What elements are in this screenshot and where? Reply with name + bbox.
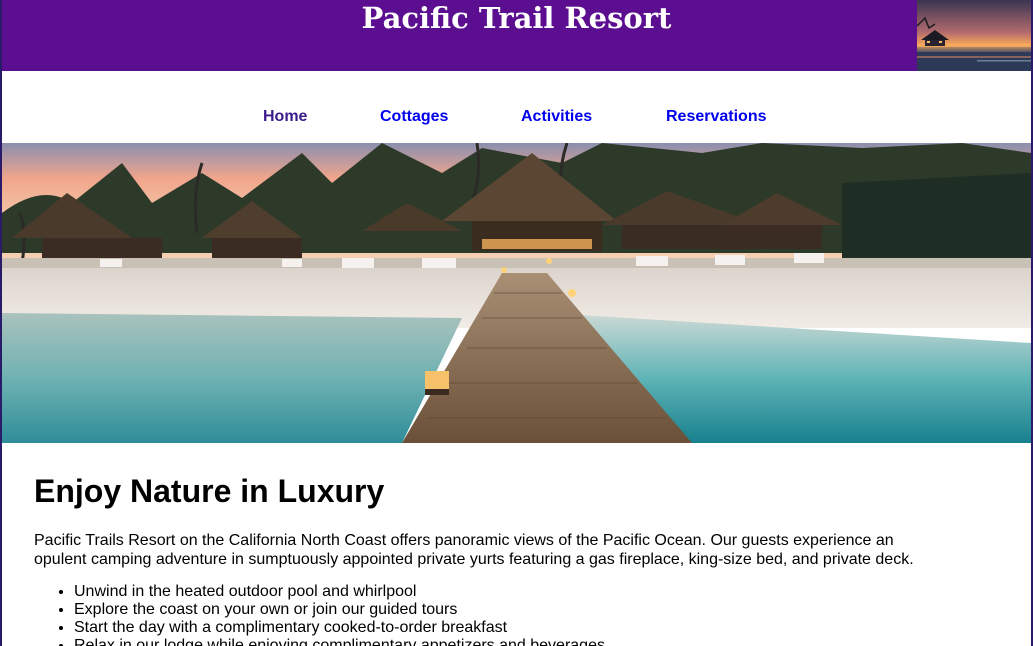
site-header: Pacific Trail Resort <box>2 0 1031 71</box>
nav-link-cottages[interactable]: Cottages <box>380 108 448 126</box>
nav-link-home[interactable]: Home <box>263 108 307 126</box>
main-content: Enjoy Nature in Luxury Pacific Trails Re… <box>2 473 1031 646</box>
header-sunset-image <box>917 0 1031 71</box>
site-title: Pacific Trail Resort <box>361 1 672 35</box>
main-nav: Home Cottages Activities Reservations <box>2 71 1031 143</box>
nav-link-activities[interactable]: Activities <box>521 108 592 126</box>
nav-link-reservations[interactable]: Reservations <box>666 108 767 126</box>
page: Pacific Trail Resort Home Cottages Activ… <box>0 0 1033 646</box>
list-item: Relax in our lodge while enjoying compli… <box>74 637 999 646</box>
list-item: Start the day with a complimentary cooke… <box>74 619 999 637</box>
hero-resort-image <box>2 143 1031 443</box>
intro-paragraph: Pacific Trails Resort on the California … <box>34 532 914 568</box>
list-item: Explore the coast on your own or join ou… <box>74 601 999 619</box>
list-item: Unwind in the heated outdoor pool and wh… <box>74 583 999 601</box>
page-heading: Enjoy Nature in Luxury <box>34 473 385 509</box>
feature-list: Unwind in the heated outdoor pool and wh… <box>34 583 999 646</box>
